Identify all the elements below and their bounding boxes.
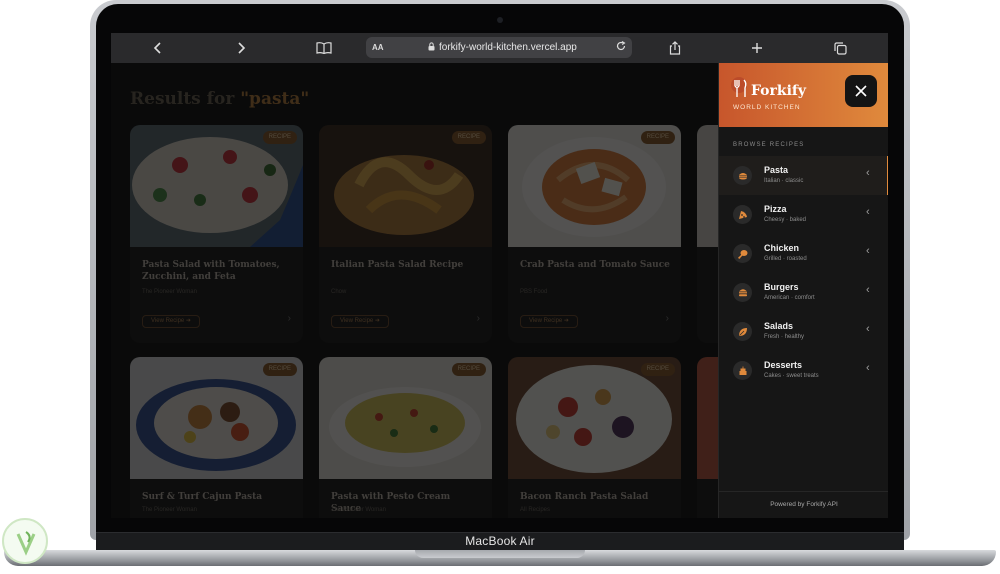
close-sidebar-button[interactable] <box>845 75 877 107</box>
chevron-left-icon: ‹ <box>866 167 870 179</box>
sidebar-item-label: Chicken <box>764 243 800 253</box>
sidebar-item-burgers[interactable]: Burgers American · comfort ‹ <box>719 273 888 312</box>
scene: AA forkify-world-kitchen.vercel.app Resu… <box>0 0 1000 574</box>
laptop-screen: AA forkify-world-kitchen.vercel.app Resu… <box>111 33 888 518</box>
sidebar-item-label: Pasta <box>764 165 789 175</box>
pasta-icon <box>733 166 752 185</box>
cake-icon <box>733 361 752 380</box>
browse-section-label: BROWSE RECIPES <box>733 142 805 148</box>
chevron-left-icon: ‹ <box>866 323 870 335</box>
laptop-notch <box>415 550 585 558</box>
burger-icon <box>733 283 752 302</box>
sidebar-header: Forkify WORLD KITCHEN <box>719 63 888 127</box>
reader-aa-button[interactable]: AA <box>372 43 384 52</box>
brand-name: Forkify <box>751 83 807 99</box>
category-sidebar: Forkify WORLD KITCHEN BROWSE RECIPES Pas… <box>718 63 888 518</box>
sidebar-item-pasta[interactable]: Pasta Italian · classic ‹ <box>719 156 888 195</box>
chevron-left-icon[interactable] <box>146 33 170 63</box>
sidebar-item-subtitle: Italian · classic <box>764 178 804 184</box>
book-icon[interactable] <box>312 33 336 63</box>
chevron-left-icon: ‹ <box>866 362 870 374</box>
lock-icon <box>428 41 435 54</box>
sidebar-footer: Powered by Forkify API <box>719 491 888 518</box>
chevron-right-icon[interactable] <box>229 33 253 63</box>
sidebar-item-label: Salads <box>764 321 794 331</box>
sidebar-item-label: Pizza <box>764 204 787 214</box>
close-icon <box>855 85 867 97</box>
url-text: forkify-world-kitchen.vercel.app <box>439 42 577 53</box>
pizza-icon <box>733 205 752 224</box>
sidebar-item-subtitle: Cakes · sweet treats <box>764 373 819 379</box>
chevron-left-icon: ‹ <box>866 245 870 257</box>
sidebar-item-subtitle: Fresh · healthy <box>764 334 805 340</box>
tabs-icon[interactable] <box>828 33 852 63</box>
sidebar-item-label: Desserts <box>764 360 803 370</box>
sidebar-item-chicken[interactable]: Chicken Grilled · roasted ‹ <box>719 234 888 273</box>
camera-icon <box>497 17 503 23</box>
watermark-logo <box>2 518 48 564</box>
sidebar-item-subtitle: American · comfort <box>764 295 815 301</box>
chevron-left-icon: ‹ <box>866 284 870 296</box>
url-bar[interactable]: AA forkify-world-kitchen.vercel.app <box>366 37 632 58</box>
share-icon[interactable] <box>663 33 687 63</box>
fork-knife-icon <box>731 77 747 97</box>
chicken-icon <box>733 244 752 263</box>
browser-toolbar: AA forkify-world-kitchen.vercel.app <box>111 33 888 63</box>
leaf-icon <box>733 322 752 341</box>
sidebar-item-subtitle: Grilled · roasted <box>764 256 807 262</box>
plus-icon[interactable] <box>745 33 769 63</box>
reload-icon[interactable] <box>616 41 626 54</box>
chevron-left-icon: ‹ <box>866 206 870 218</box>
sidebar-item-subtitle: Cheesy · baked <box>764 217 807 223</box>
sidebar-item-desserts[interactable]: Desserts Cakes · sweet treats ‹ <box>719 351 888 390</box>
leaf-logo-icon <box>16 531 36 556</box>
sidebar-item-pizza[interactable]: Pizza Cheesy · baked ‹ <box>719 195 888 234</box>
sidebar-item-salads[interactable]: Salads Fresh · healthy ‹ <box>719 312 888 351</box>
brand-tagline: WORLD KITCHEN <box>733 104 801 111</box>
sidebar-item-label: Burgers <box>764 282 799 292</box>
device-label: MacBook Air <box>465 534 535 548</box>
